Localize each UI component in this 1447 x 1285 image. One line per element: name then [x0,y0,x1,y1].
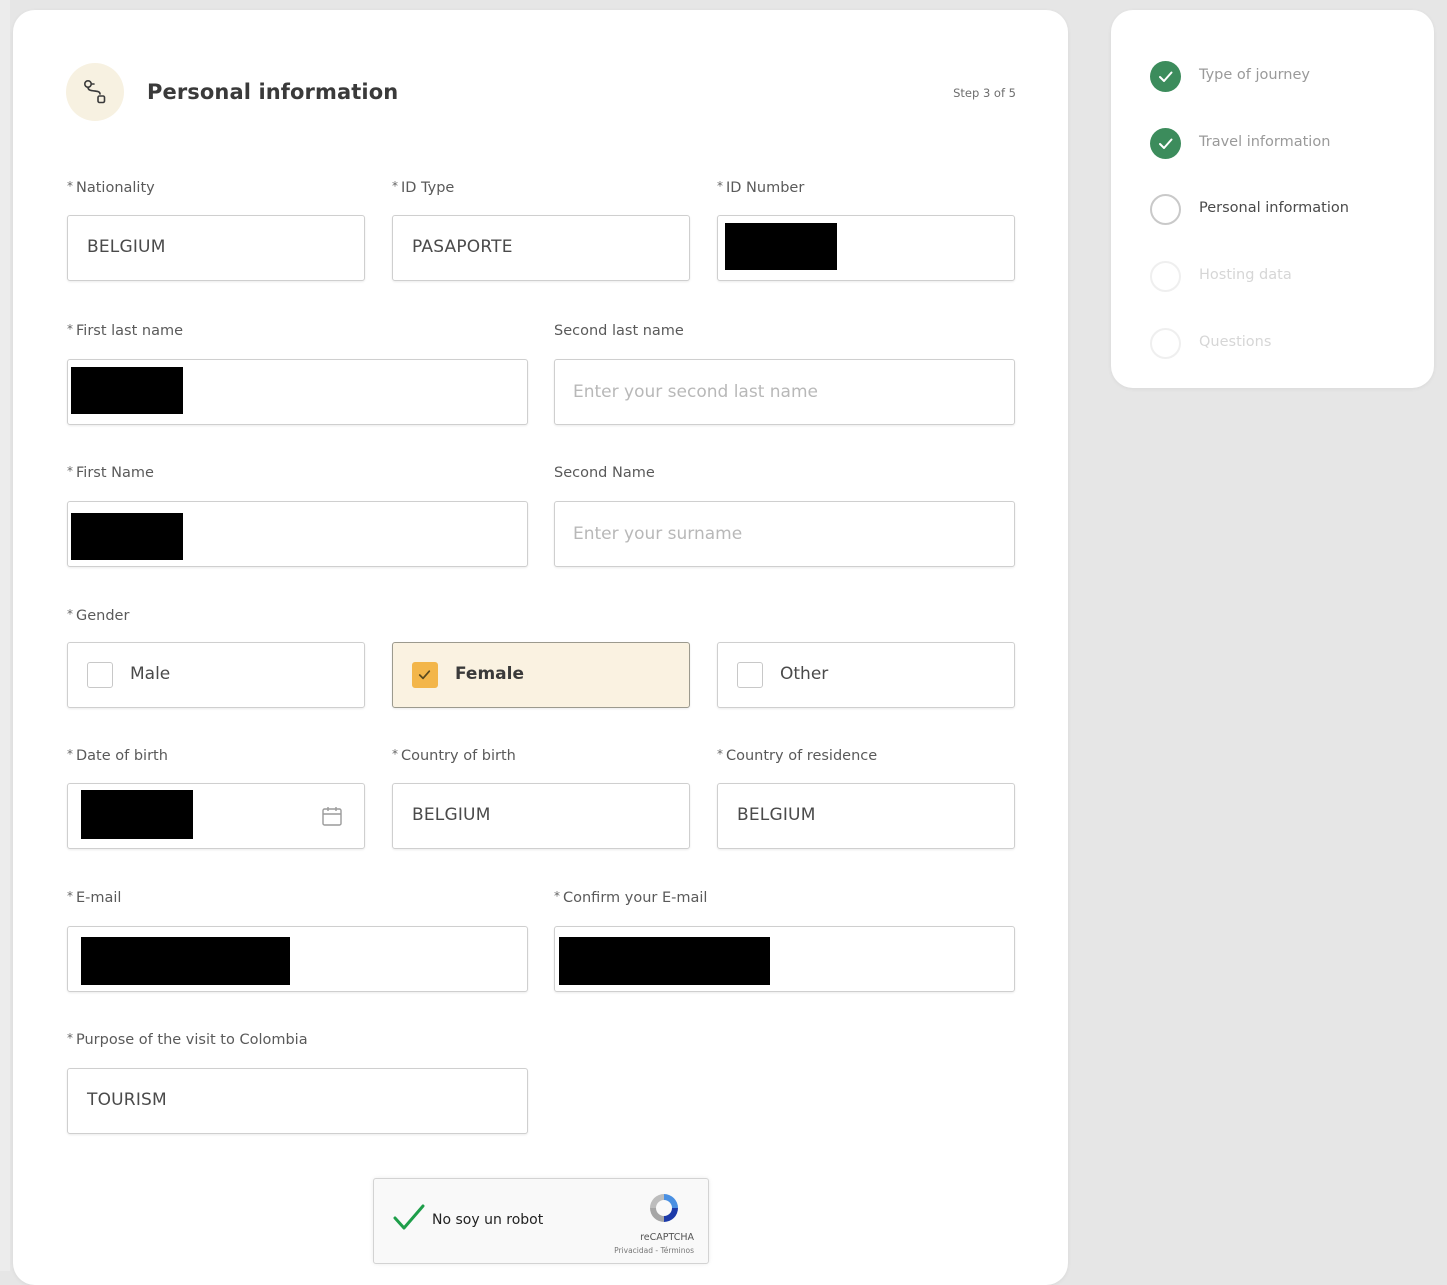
step-hosting-data[interactable]: Hosting data [1111,256,1434,296]
country-of-birth-value: BELGIUM [412,805,491,825]
first-name-field[interactable] [67,501,528,567]
gender-option-label: Male [130,664,171,684]
step-travel-information[interactable]: Travel information [1111,123,1434,163]
check-icon [1159,138,1173,149]
country-of-residence-value: BELGIUM [737,805,816,825]
step-label: Questions [1199,334,1272,350]
checkbox[interactable] [87,662,113,688]
check-icon [1159,71,1173,82]
checkbox[interactable] [737,662,763,688]
recaptcha-widget: No soy un robot reCAPTCHA Privacidad - T… [373,1178,709,1264]
step-label: Personal information [1199,200,1349,216]
second-last-name-label: Second last name [554,323,684,339]
email-field[interactable] [67,926,528,992]
confirm-email-field[interactable] [554,926,1015,992]
redacted-block [81,937,290,985]
gender-option-other[interactable]: Other [717,642,1015,708]
gender-option-label: Other [780,664,829,684]
id-type-field[interactable]: PASAPORTE [392,215,690,281]
confirm-email-label: * Confirm your E-mail [554,889,708,906]
country-of-birth-field[interactable]: BELGIUM [392,783,690,849]
redacted-block [71,367,183,414]
gender-option-female[interactable]: Female [392,642,690,708]
country-of-residence-label: * Country of residence [717,747,878,764]
id-type-value: PASAPORTE [412,237,513,257]
progress-steps-card: Type of journey Travel information Perso… [1111,10,1434,388]
nationality-value: BELGIUM [87,237,166,257]
second-last-name-field[interactable] [554,359,1015,425]
page-title: Personal information [147,80,399,104]
step-status-indicator [1150,61,1181,92]
step-status-indicator [1150,194,1181,225]
captcha-check-icon[interactable] [392,1203,426,1233]
nationality-field[interactable]: BELGIUM [67,215,365,281]
page-edge [0,0,10,1271]
date-of-birth-field[interactable] [67,783,365,849]
country-of-birth-label: * Country of birth [392,747,516,764]
purpose-label: * Purpose of the visit to Colombia [67,1031,308,1048]
email-label: * E-mail [67,889,122,906]
id-number-label: * ID Number [717,179,805,196]
purpose-value: TOURISM [87,1090,167,1110]
step-type-of-journey[interactable]: Type of journey [1111,56,1434,96]
second-name-input[interactable] [573,520,996,548]
id-number-field[interactable] [717,215,1015,281]
recaptcha-terms-link[interactable]: Privacidad - Términos [614,1246,694,1255]
gender-option-label: Female [455,664,524,684]
calendar-icon[interactable] [320,804,344,828]
date-of-birth-label: * Date of birth [67,747,168,764]
route-icon [66,63,124,121]
nationality-label: * Nationality [67,179,155,196]
captcha-label: No soy un robot [432,1212,544,1228]
recaptcha-logo-icon [650,1194,678,1222]
step-label: Type of journey [1199,67,1310,83]
checkbox-checked[interactable] [412,662,438,688]
recaptcha-brand: reCAPTCHA [640,1232,694,1243]
country-of-residence-field[interactable]: BELGIUM [717,783,1015,849]
first-last-name-field[interactable] [67,359,528,425]
redacted-block [559,937,770,985]
step-status-indicator [1150,261,1181,292]
id-type-label: * ID Type [392,179,455,196]
first-last-name-label: * First last name [67,322,184,339]
step-indicator: Step 3 of 5 [953,86,1016,100]
redacted-block [725,223,837,270]
first-name-label: * First Name [67,464,154,481]
second-name-label: Second Name [554,465,655,481]
second-last-name-input[interactable] [573,378,996,406]
check-icon [418,670,431,680]
redacted-block [81,790,193,839]
step-label: Hosting data [1199,267,1292,283]
step-label: Travel information [1199,134,1331,150]
step-questions[interactable]: Questions [1111,323,1434,363]
redacted-block [71,513,183,560]
step-status-indicator [1150,328,1181,359]
gender-option-male[interactable]: Male [67,642,365,708]
gender-label: * Gender [67,607,130,624]
purpose-field[interactable]: TOURISM [67,1068,528,1134]
step-personal-information[interactable]: Personal information [1111,189,1434,229]
step-status-indicator [1150,128,1181,159]
second-name-field[interactable] [554,501,1015,567]
